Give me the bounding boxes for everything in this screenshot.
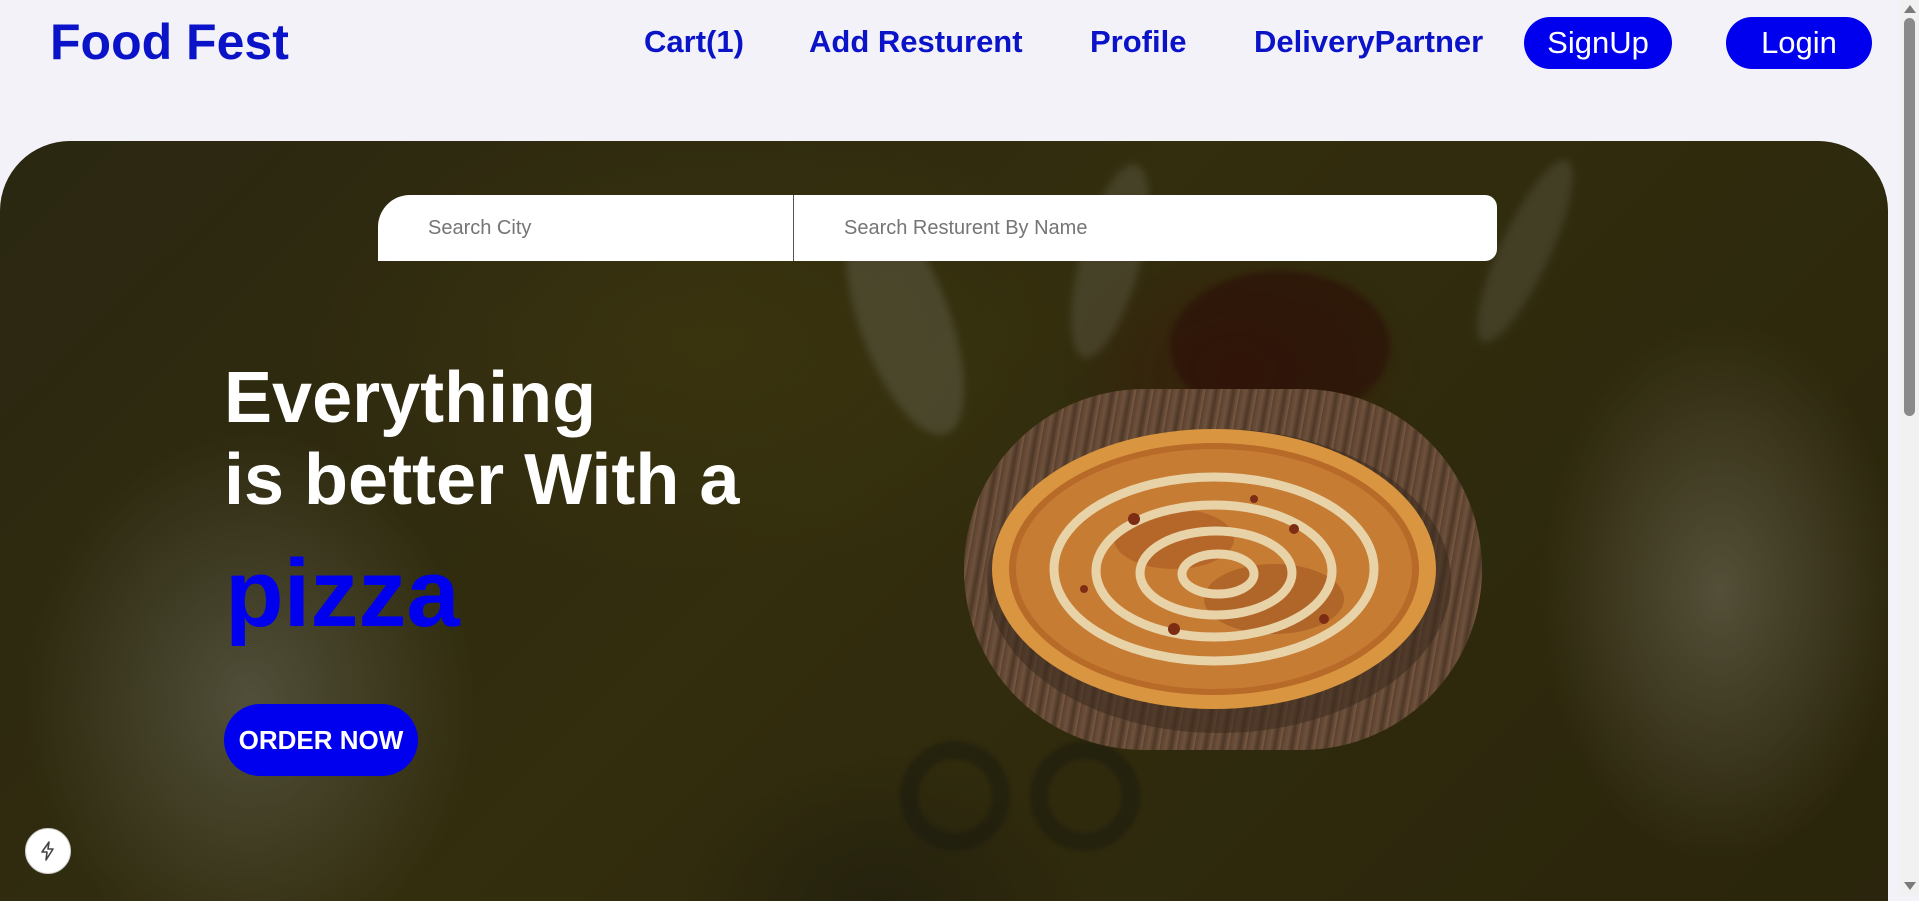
headline-line-1: Everything	[224, 358, 597, 438]
scroll-down-icon[interactable]	[1904, 882, 1916, 890]
order-now-button[interactable]: ORDER NOW	[224, 704, 418, 776]
headline-accent-word: pizza	[225, 540, 460, 647]
page-scrollbar[interactable]	[1900, 0, 1919, 895]
brand-logo[interactable]: Food Fest	[50, 12, 289, 72]
search-restaurant-input[interactable]	[794, 195, 1497, 261]
nav-delivery-partner-link[interactable]: DeliveryPartner	[1254, 22, 1483, 62]
headline-line-2: is better With a	[224, 440, 740, 520]
lightning-icon[interactable]	[25, 828, 71, 874]
lightning-glyph	[41, 841, 54, 861]
scroll-thumb[interactable]	[1904, 18, 1915, 416]
nav-profile-link[interactable]: Profile	[1090, 22, 1186, 62]
scroll-up-icon[interactable]	[1904, 5, 1916, 13]
pizza-image	[964, 389, 1482, 750]
search-bar	[378, 195, 1497, 261]
login-button[interactable]: Login	[1726, 17, 1872, 69]
nav-add-restaurant-link[interactable]: Add Resturent	[809, 22, 1023, 62]
hero-banner: Everything is better With a pizza ORDER …	[0, 141, 1888, 901]
top-navbar: Food Fest Cart(1) Add Resturent Profile …	[0, 0, 1900, 90]
hero-headline: Everything is better With a	[224, 357, 739, 521]
signup-button[interactable]: SignUp	[1524, 17, 1672, 69]
pizza-illustration	[987, 429, 1451, 733]
nav-cart-link[interactable]: Cart(1)	[644, 22, 744, 62]
search-city-input[interactable]	[378, 195, 794, 261]
